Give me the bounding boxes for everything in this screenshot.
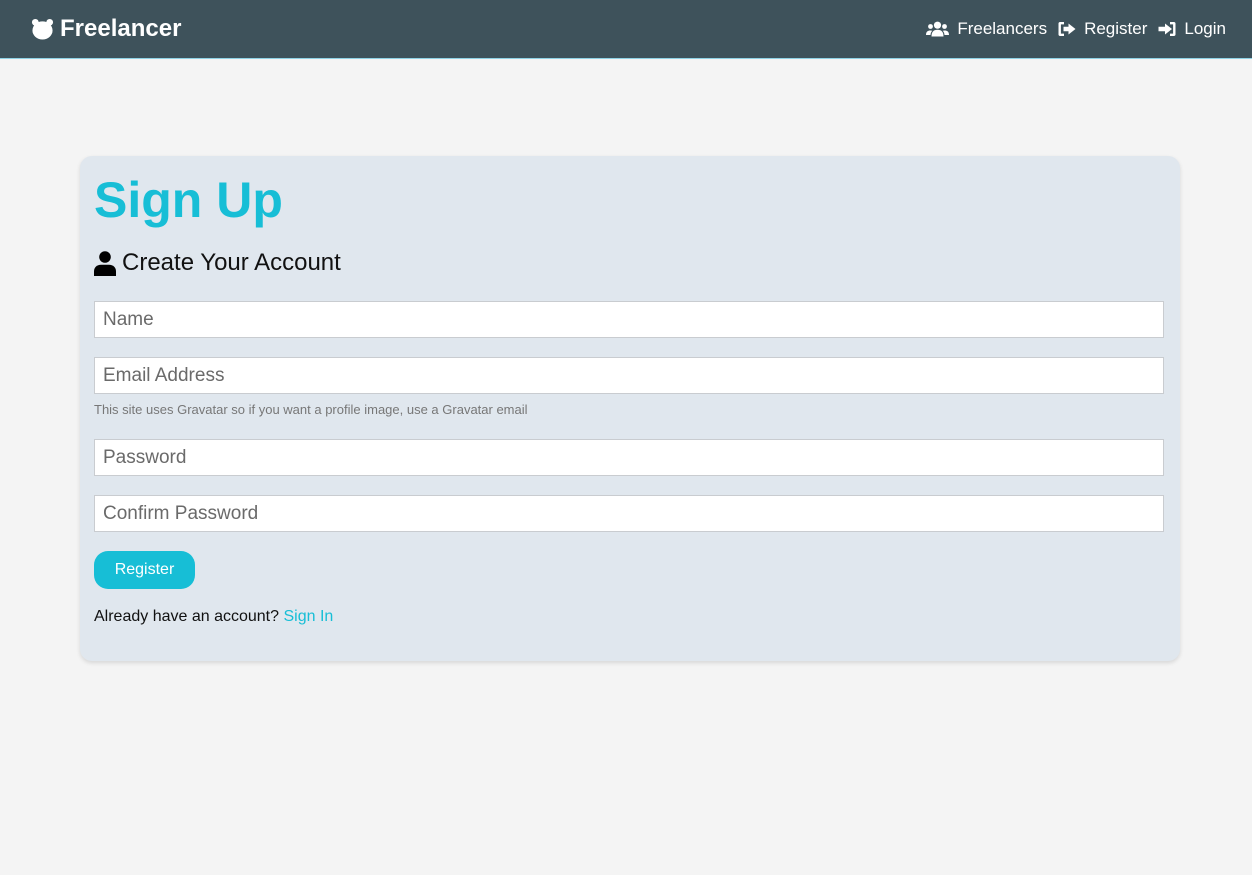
nav-link-freelancers[interactable]: Freelancers — [926, 19, 1047, 39]
brand-name: Freelancer — [60, 15, 182, 42]
navbar: Freelancer Freelancers Register Login — [0, 0, 1252, 59]
nav-links: Freelancers Register Login — [926, 19, 1226, 39]
nav-link-label: Login — [1184, 19, 1226, 38]
signin-prompt: Already have an account? Sign In — [94, 608, 333, 626]
sign-in-link[interactable]: Sign In — [283, 608, 333, 625]
name-input[interactable] — [94, 301, 1164, 338]
nav-link-login[interactable]: Login — [1158, 19, 1226, 39]
form-subtitle: Create Your Account — [94, 249, 341, 277]
register-button[interactable]: Register — [94, 551, 195, 589]
nav-link-label: Freelancers — [957, 19, 1048, 38]
users-icon — [926, 21, 950, 37]
subtitle-text: Create Your Account — [122, 249, 341, 276]
confirm-password-input[interactable] — [94, 495, 1164, 532]
email-hint: This site uses Gravatar so if you want a… — [94, 402, 528, 417]
password-input[interactable] — [94, 439, 1164, 476]
signin-prompt-text: Already have an account? — [94, 608, 280, 625]
page-title: Sign Up — [94, 172, 283, 228]
bear-icon — [31, 18, 54, 40]
user-icon — [94, 250, 116, 276]
sign-out-icon — [1058, 21, 1076, 37]
nav-link-label: Register — [1084, 19, 1148, 38]
brand-link[interactable]: Freelancer — [31, 15, 181, 43]
nav-link-register[interactable]: Register — [1058, 19, 1147, 39]
sign-in-icon — [1158, 21, 1176, 37]
email-input[interactable] — [94, 357, 1164, 394]
signup-card: Sign Up Create Your Account This site us… — [80, 156, 1180, 661]
